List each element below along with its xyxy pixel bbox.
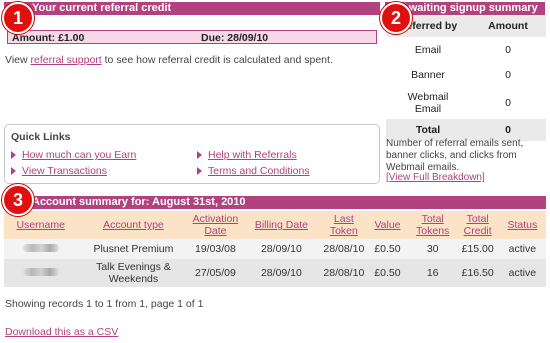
table-row: Webmail Email 0	[386, 87, 546, 119]
quick-link-terms-text[interactable]: Terms and Conditions	[208, 165, 310, 177]
badge-3: 3	[2, 184, 34, 216]
col-account-type[interactable]: Account type	[77, 211, 190, 239]
account-type-cell: Plusnet Premium	[77, 239, 190, 259]
row-amount: 0	[470, 62, 546, 88]
quick-link-help-text[interactable]: Help with Referrals	[208, 149, 297, 161]
table-row: Talk Evenings & Weekends 27/05/09 28/09/…	[4, 259, 546, 287]
referral-support-link[interactable]: referral support	[31, 54, 102, 66]
referral-info-suffix: to see how referral credit is calculated…	[101, 54, 333, 66]
due-field: Due: 28/09/10	[201, 31, 268, 45]
status-cell: active	[498, 239, 546, 259]
credit-cell: £15.00	[456, 239, 499, 259]
tokens-cell: 30	[408, 239, 457, 259]
billing-cell: 28/09/10	[241, 239, 322, 259]
account-summary-header-text: Account summary for: August 31st, 2010	[32, 196, 246, 208]
row-label: Webmail Email	[386, 87, 470, 119]
billing-cell: 28/09/10	[241, 259, 322, 287]
col-last-token[interactable]: Last Token	[321, 211, 367, 239]
referral-info-prefix: View	[5, 54, 31, 66]
status-cell: active	[498, 259, 546, 287]
arrow-right-icon	[11, 151, 16, 160]
quick-link-terms[interactable]: Terms and Conditions	[197, 165, 310, 177]
col-amount: Amount	[470, 15, 546, 38]
account-summary-table: Username Account type Activation Date Bi…	[4, 211, 546, 287]
account-summary-header: Account summary for: August 31st, 2010	[4, 196, 546, 209]
activation-cell: 19/03/08	[189, 239, 242, 259]
value-cell: £0.50	[366, 239, 409, 259]
col-activation-date[interactable]: Activation Date	[189, 211, 242, 239]
activation-cell: 27/05/09	[189, 259, 242, 287]
quick-link-help[interactable]: Help with Referrals	[197, 149, 297, 161]
table-row: Banner 0	[386, 62, 546, 88]
arrow-right-icon	[11, 167, 16, 176]
col-total-tokens[interactable]: Total Tokens	[408, 211, 457, 239]
blurred-username	[22, 268, 59, 276]
signup-summary-header-text: Awaiting signup summary	[401, 2, 538, 14]
arrow-right-icon	[197, 151, 202, 160]
row-amount: 0	[470, 87, 546, 119]
badge-2: 2	[380, 2, 412, 34]
row-amount: 0	[470, 37, 546, 63]
arrow-right-icon	[197, 167, 202, 176]
signup-note: Number of referral emails sent, banner c…	[386, 138, 524, 173]
badge-1: 1	[2, 2, 34, 34]
referral-info: View referral support to see how referra…	[5, 54, 375, 66]
view-full-breakdown-link[interactable]: [View Full Breakdown]	[386, 172, 485, 183]
last-token-cell: 28/08/10	[321, 239, 367, 259]
row-label: Email	[386, 37, 470, 63]
amount-value: £1.00	[58, 32, 85, 44]
table-row: Plusnet Premium 19/03/08 28/09/10 28/08/…	[4, 239, 546, 259]
quick-link-earn[interactable]: How much can you Earn	[11, 149, 136, 161]
referral-credit-header: Your current referral credit	[4, 2, 380, 15]
credit-cell: £16.50	[456, 259, 499, 287]
tokens-cell: 16	[408, 259, 457, 287]
records-info: Showing records 1 to 1 from 1, page 1 of…	[5, 298, 204, 310]
username-cell	[4, 239, 78, 259]
col-billing-date[interactable]: Billing Date	[241, 211, 322, 239]
username-cell	[4, 259, 78, 287]
due-value: 28/09/10	[227, 32, 269, 44]
quick-link-transactions-text[interactable]: View Transactions	[22, 165, 107, 177]
last-token-cell: 28/08/10	[321, 259, 367, 287]
signup-summary-table: Referred by Amount Email 0 Banner 0 Webm…	[386, 15, 546, 141]
quick-link-transactions[interactable]: View Transactions	[11, 165, 107, 177]
download-csv-link[interactable]: Download this as a CSV	[5, 326, 118, 338]
blurred-username	[22, 244, 59, 252]
col-status[interactable]: Status	[498, 211, 546, 239]
quick-link-earn-text[interactable]: How much can you Earn	[22, 149, 136, 161]
account-type-cell: Talk Evenings & Weekends	[77, 259, 190, 287]
quick-links-title: Quick Links	[11, 131, 71, 143]
quick-links-box: Quick Links How much can you Earn View T…	[4, 124, 380, 184]
credit-box: Amount: £1.00 Due: 28/09/10	[7, 30, 377, 44]
row-label: Banner	[386, 62, 470, 88]
col-value[interactable]: Value	[366, 211, 409, 239]
value-cell: £0.50	[366, 259, 409, 287]
due-label: Due:	[201, 32, 225, 44]
table-row: Email 0	[386, 37, 546, 63]
col-total-credit[interactable]: Total Credit	[456, 211, 499, 239]
